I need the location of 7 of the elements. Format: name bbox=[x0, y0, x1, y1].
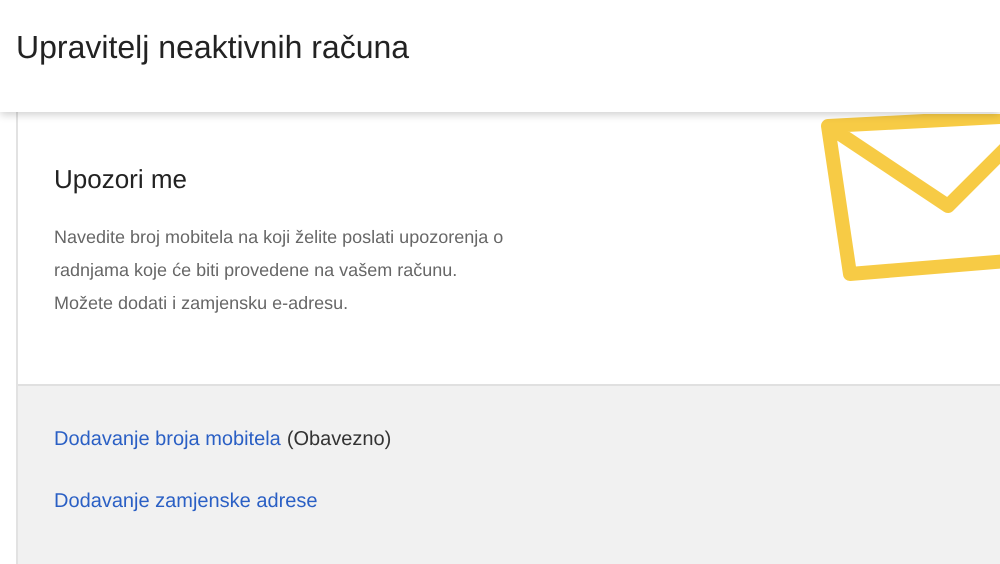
page-title: Upravitelj neaktivnih računa bbox=[16, 28, 410, 66]
action-link[interactable]: Dodavanje broja mobitela bbox=[54, 428, 281, 450]
required-note: (Obavezno) bbox=[286, 428, 392, 450]
envelope-icon bbox=[820, 114, 1000, 284]
description-text: Navedite broj mobitela na koji želite poslati upozorenja o radnjama koje će biti provedene na vašem računu. Možete dodati i zamjensku e-adresu. bbox=[54, 226, 504, 315]
section-heading: Upozori me bbox=[54, 164, 188, 195]
action-link[interactable]: Dodavanje zamjenske adrese bbox=[54, 490, 318, 512]
